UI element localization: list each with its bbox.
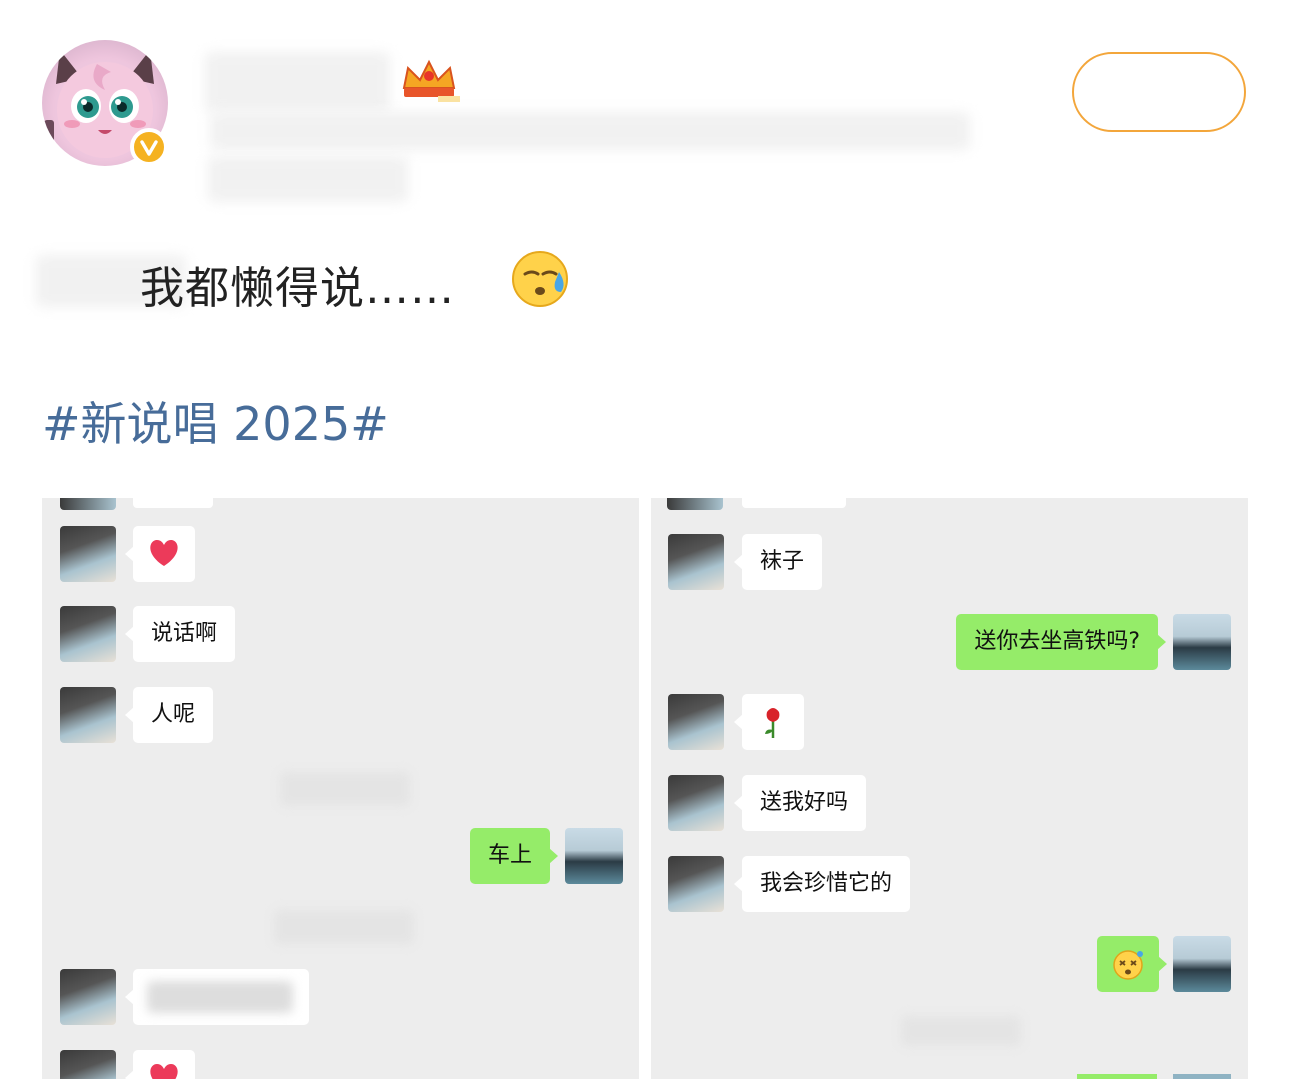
- red-heart-icon: [150, 540, 178, 566]
- redacted-timestamp: [901, 1016, 1021, 1046]
- post-meta-redacted: [210, 112, 970, 150]
- red-heart-icon: [150, 1064, 178, 1079]
- message-bubble-incoming[interactable]: 人呢: [124, 687, 214, 743]
- bubble-cropped: [742, 498, 846, 508]
- avatar-cropped: [1173, 1074, 1231, 1079]
- my-avatar[interactable]: [1173, 614, 1231, 670]
- follow-button[interactable]: [1072, 52, 1246, 132]
- crown-icon: [398, 58, 460, 102]
- avatar-cropped: [667, 498, 723, 510]
- post-text: 我都懒得说……: [140, 263, 455, 314]
- contact-avatar[interactable]: [668, 534, 724, 590]
- contact-avatar[interactable]: [60, 687, 116, 743]
- my-avatar[interactable]: [565, 828, 623, 884]
- message-bubble-incoming[interactable]: 袜子: [733, 534, 823, 590]
- chat-screenshot-left[interactable]: 说话啊 人呢 车上: [42, 498, 639, 1079]
- message-bubble-incoming[interactable]: 说话啊: [124, 606, 236, 662]
- redacted-timestamp: [274, 910, 414, 944]
- contact-avatar[interactable]: [60, 606, 116, 662]
- contact-avatar[interactable]: [60, 526, 116, 582]
- post-meta-redacted-2: [208, 156, 408, 202]
- rose-icon: [765, 708, 780, 738]
- message-bubble-incoming[interactable]: [125, 1050, 195, 1079]
- message-bubble-incoming[interactable]: 送我好吗: [733, 775, 867, 831]
- message-bubble-outgoing[interactable]: 送你去坐高铁吗?: [956, 614, 1166, 670]
- contact-avatar[interactable]: [668, 775, 724, 831]
- chat-screenshot-right[interactable]: 袜子 送你去坐高铁吗? 送我好吗 我会珍惜它的: [651, 498, 1248, 1079]
- bubble-cropped-outgoing: [1077, 1074, 1157, 1079]
- contact-avatar[interactable]: [668, 856, 724, 912]
- username-redacted: [205, 52, 390, 112]
- hashtag-link[interactable]: #新说唱 2025#: [42, 388, 389, 454]
- avatar-cropped: [60, 498, 116, 510]
- redacted-timestamp: [280, 772, 410, 806]
- cold-sweat-face-icon: [511, 250, 569, 308]
- bubble-cropped: [133, 498, 213, 508]
- my-avatar[interactable]: [1173, 936, 1231, 992]
- message-bubble-incoming[interactable]: [125, 526, 195, 582]
- verified-badge-icon: [130, 128, 168, 166]
- contact-avatar[interactable]: [668, 694, 724, 750]
- message-bubble-incoming[interactable]: 我会珍惜它的: [733, 856, 911, 912]
- contact-avatar[interactable]: [60, 1050, 116, 1079]
- message-bubble-outgoing[interactable]: [1097, 936, 1167, 992]
- message-bubble-incoming[interactable]: [734, 694, 804, 750]
- message-bubble-redacted[interactable]: [125, 969, 309, 1025]
- dizzy-face-icon: [1113, 950, 1143, 980]
- contact-avatar[interactable]: [60, 969, 116, 1025]
- message-bubble-outgoing[interactable]: 车上: [469, 828, 559, 884]
